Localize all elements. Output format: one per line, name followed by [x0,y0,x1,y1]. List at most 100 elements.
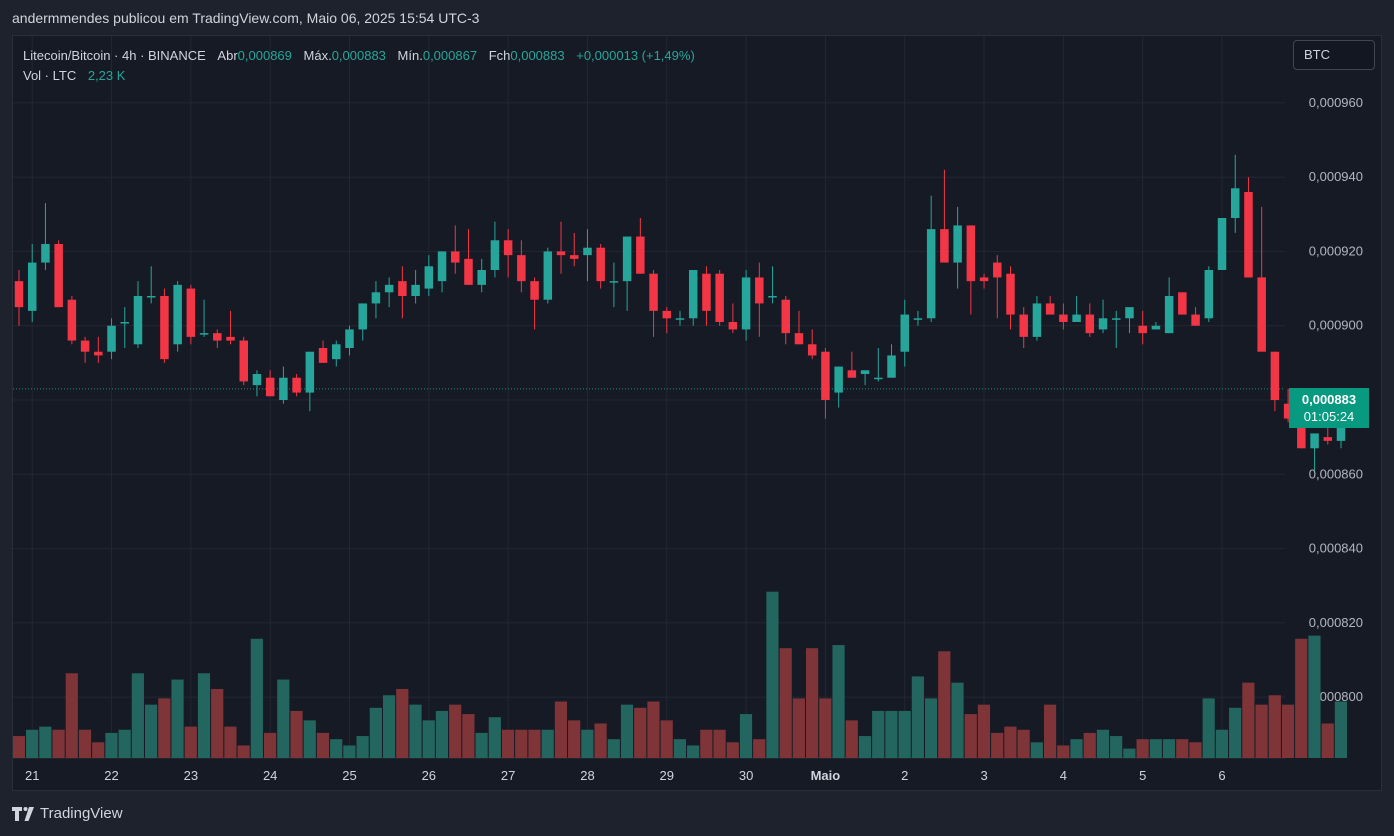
volume-bar [964,714,977,758]
volume-bar [39,726,52,758]
volume-bar [1189,742,1202,758]
price-tick-label: 0,000960 [1309,95,1363,110]
candle-body [345,329,354,348]
candle-body [966,225,976,282]
time-tick-label: 2 [901,768,908,783]
candle-body [622,236,632,282]
volume-bar [753,739,766,758]
volume-bar [343,745,356,758]
price-tick-label: 0,000820 [1309,615,1363,630]
candle-body [1059,314,1068,322]
candle-body [292,377,301,393]
time-tick-label: 23 [184,768,198,783]
candle-body [1112,318,1121,320]
volume-bar [501,729,515,758]
volume-bar [197,673,211,758]
candle-body [1244,192,1253,278]
candle-body [1085,314,1095,334]
volume-bar [634,707,647,758]
candle-body [794,333,804,345]
candle-body [199,333,209,335]
candle-body [688,270,698,319]
volume-bar [13,736,25,758]
symbol-label[interactable]: Litecoin/Bitcoin · 4h · BINANCE [23,48,206,63]
volume-bar [1242,682,1255,758]
volume-bar [1057,745,1070,758]
volume-bar [1149,739,1162,758]
open-label: Abr [217,48,238,63]
last-price-value: 0,000883 [1301,392,1357,407]
candle-body [67,299,77,341]
tradingview-logo[interactable]: TradingView [12,805,123,822]
low-label: Mín. [397,48,423,63]
candle-body [411,284,420,296]
time-tick-label: 26 [422,768,436,783]
change-value: +0,000013 (+1,49%) [576,48,695,63]
volume-bar [250,638,263,758]
candle-body [609,281,619,283]
time-tick-label: 25 [342,768,356,783]
chart-legend: Litecoin/Bitcoin · 4h · BINANCE Abr0,000… [23,46,695,86]
candle-body [569,255,579,259]
volume-bar [1162,739,1176,758]
volume-bar [356,736,369,758]
candle-body [27,262,37,311]
currency-button[interactable]: BTC [1293,40,1375,70]
candle-body [398,281,407,296]
volume-bar [171,679,184,758]
volume-bar [316,732,330,758]
volume-bar [131,673,144,758]
candle-body [781,299,791,334]
time-tick-label: 21 [25,768,39,783]
candle-body [464,258,473,285]
time-tick-label: 5 [1139,768,1146,783]
chart-panel[interactable]: 0,0009600,0009400,0009200,0009000,000880… [12,35,1382,791]
candle-body [371,292,381,304]
candle-body [979,277,989,282]
time-tick-label: 29 [660,768,674,783]
volume-bar [118,729,131,758]
volume-bar [858,736,872,758]
volume-bar [541,729,554,758]
volume-bar [1268,695,1281,758]
candle-body [1178,292,1187,315]
volume-bar [263,732,277,758]
volume-bar [409,704,422,758]
volume-bar [1004,726,1017,758]
candle-countdown: 01:05:24 [1303,409,1355,424]
publish-caption: andermmendes publicou em TradingView.com… [12,10,480,26]
volume-bar [1176,739,1189,758]
candle-body [926,229,936,319]
candle-body [133,296,143,345]
high-label: Máx. [303,48,332,63]
candle-body [887,355,896,378]
candle-body [1098,318,1108,330]
candle-body [146,296,156,298]
candle-body [636,236,645,274]
volume-bar [1308,635,1321,758]
candle-body [768,296,777,298]
volume-bar [1202,698,1215,758]
volume-bar [739,714,753,758]
volume-bar [726,742,739,758]
candle-body [279,377,288,400]
time-tick-label: 22 [104,768,118,783]
volume-bar [845,720,858,758]
candlestick-chart[interactable]: 0,0009600,0009400,0009200,0009000,000880… [13,36,1381,790]
volume-bar [449,704,462,758]
volume-bar [607,739,620,758]
volume-bar [594,723,607,758]
volume-bar [26,729,39,758]
volume-bar [673,739,686,758]
volume-bar [65,673,78,758]
volume-label[interactable]: Vol · LTC [23,68,76,83]
volume-legend-row: Vol · LTC 2,23 K [23,66,695,86]
candle-body [14,281,24,308]
volume-bar [515,729,528,758]
price-tick-label: 0,000860 [1309,466,1363,481]
volume-bar [1215,729,1229,758]
candle-body [1230,188,1240,218]
volume-bar [1229,707,1242,758]
tradingview-brand: TradingView [40,805,123,822]
volume-bar [290,710,303,758]
